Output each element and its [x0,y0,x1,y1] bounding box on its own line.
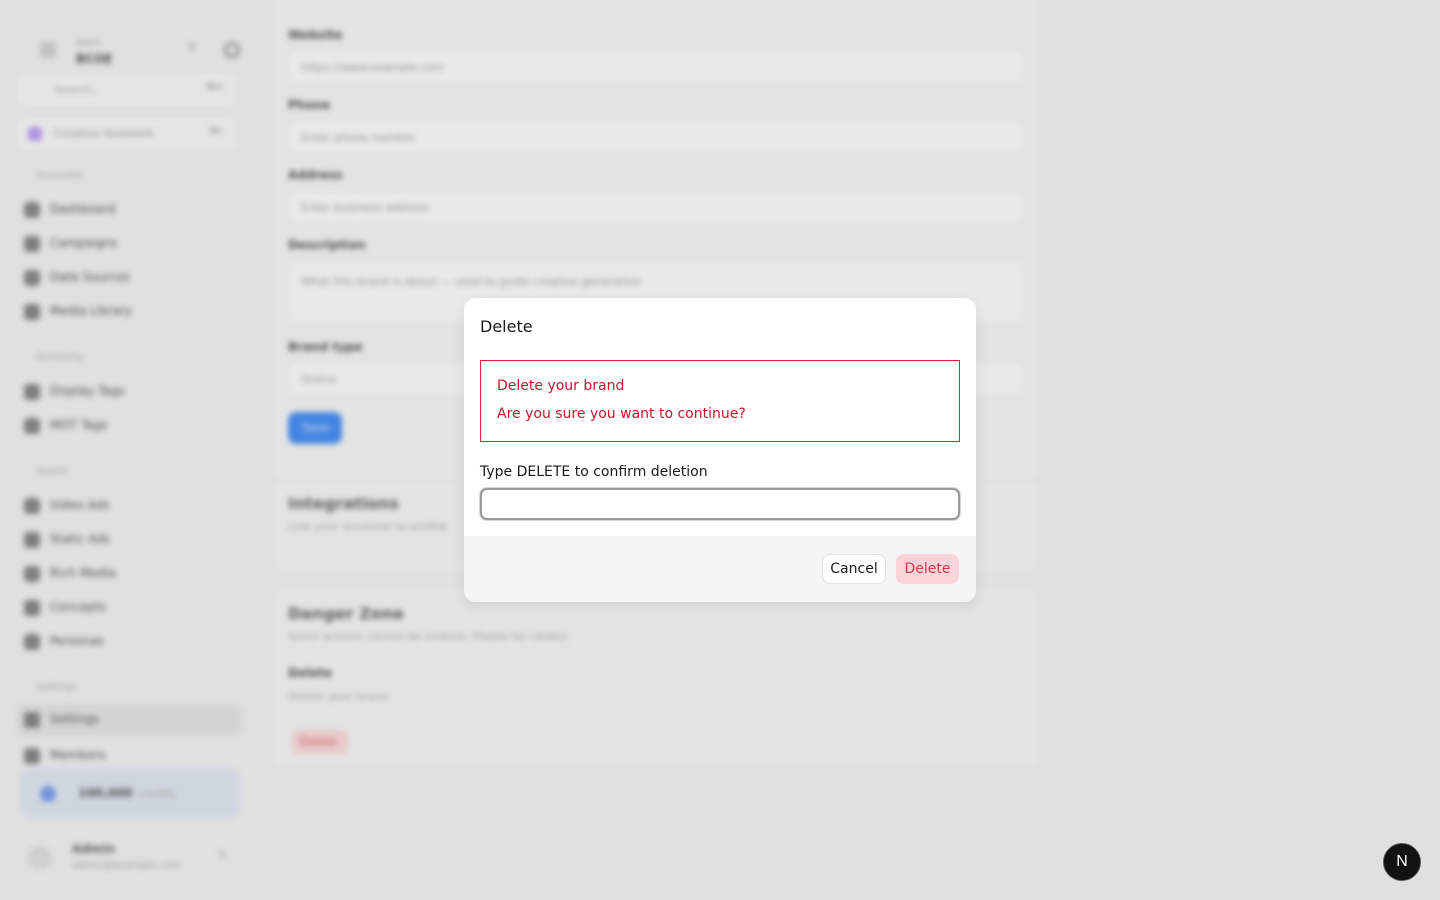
delete-dialog: Delete Delete your brand Are you sure yo… [464,298,976,602]
cancel-button[interactable]: Cancel [822,554,886,584]
dialog-footer: Cancel Delete [464,536,976,602]
dialog-title: Delete [480,317,533,336]
badge-letter: N [1396,853,1408,870]
delete-button[interactable]: Delete [896,554,959,584]
dev-tools-badge[interactable]: N [1383,843,1421,881]
alert-message: Are you sure you want to continue? [497,406,746,422]
confirm-label: Type DELETE to confirm deletion [480,464,708,480]
confirm-delete-input[interactable] [480,488,960,520]
danger-alert: Delete your brand Are you sure you want … [480,360,960,442]
alert-title: Delete your brand [497,378,625,394]
